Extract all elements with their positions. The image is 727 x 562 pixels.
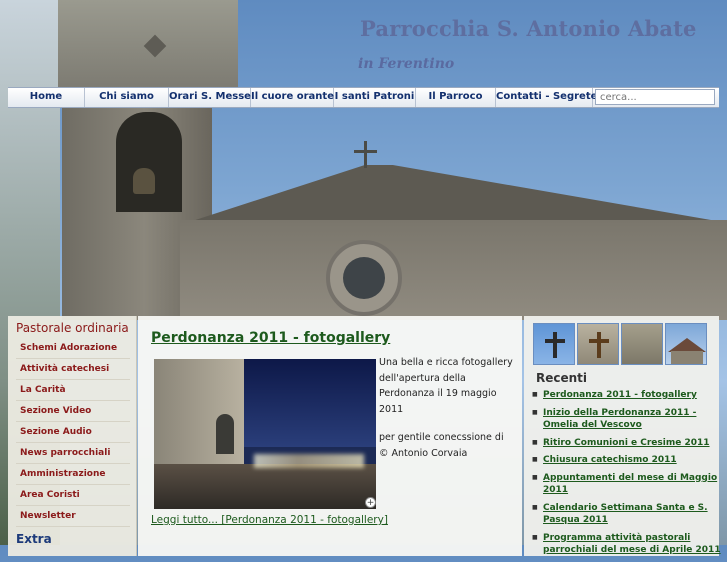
nav-chi-siamo[interactable]: Chi siamo — [85, 88, 169, 107]
sidebar-menu: Schemi Adorazione Attività catechesi La … — [8, 338, 136, 527]
recent-item[interactable]: Perdonanza 2011 - fotogallery — [532, 389, 727, 402]
search-input[interactable] — [595, 89, 715, 105]
sidebar-item-sezione-audio[interactable]: Sezione Audio — [16, 422, 130, 443]
article-credit: per gentile conecssione di © Antonio Cor… — [379, 432, 504, 459]
sidebar-item-amministrazione[interactable]: Amministrazione — [16, 464, 130, 485]
sidebar-item-news[interactable]: News parrocchiali — [16, 443, 130, 464]
recent-item[interactable]: Programma attività pastorali parrochiali… — [532, 532, 727, 557]
nav-orari-messe[interactable]: Orari S. Messe — [169, 88, 251, 107]
nav-home[interactable]: Home — [8, 88, 85, 107]
read-more-link[interactable]: Leggi tutto... [Perdonanza 2011 - fotoga… — [151, 514, 388, 526]
article-text: Una bella e ricca fotogallery dell'apert… — [379, 357, 513, 415]
site-subtitle: in Ferentino — [358, 56, 455, 72]
site-title: Parrocchia S. Antonio Abate — [360, 16, 697, 41]
church-roof — [180, 165, 727, 225]
nav-cuore-orante[interactable]: Il cuore orante — [251, 88, 334, 107]
nav-santi-patroni[interactable]: I santi Patroni — [334, 88, 416, 107]
recent-item[interactable]: Inizio della Perdonanza 2011 - Omelia de… — [532, 407, 727, 432]
article-summary: Una bella e ricca fotogallery dell'apert… — [379, 355, 515, 461]
church-roof-icon[interactable] — [665, 323, 707, 365]
sidebar-item-sezione-video[interactable]: Sezione Video — [16, 401, 130, 422]
sidebar: Pastorale ordinaria Schemi Adorazione At… — [8, 316, 137, 556]
recent-item[interactable]: Calendario Settimana Santa e S. Pasqua 2… — [532, 502, 727, 527]
nav-contatti[interactable]: Contatti - Segreteria — [496, 88, 612, 107]
cross-on-sky-icon[interactable] — [533, 323, 575, 365]
roof-cross-arm — [354, 150, 377, 153]
right-sidebar: Recenti Perdonanza 2011 - fotogallery In… — [524, 316, 721, 556]
photo-ground — [154, 464, 376, 509]
sidebar-item-area-coristi[interactable]: Area Coristi — [16, 485, 130, 506]
sidebar-item-newsletter[interactable]: Newsletter — [16, 506, 130, 527]
church-facade — [180, 220, 727, 320]
recent-heading: Recenti — [536, 371, 588, 385]
article-photo[interactable] — [154, 359, 376, 509]
sidebar-item-la-carita[interactable]: La Carità — [16, 380, 130, 401]
iron-cross-icon[interactable] — [577, 323, 619, 365]
recent-item[interactable]: Appuntamenti del mese di Maggio 2011 — [532, 472, 727, 497]
photo-night-sky — [239, 359, 376, 447]
nav-parroco[interactable]: Il Parroco — [416, 88, 496, 107]
bell-icon — [133, 168, 155, 194]
thumbnail-strip — [533, 323, 707, 365]
main-content: Perdonanza 2011 - fotogallery + Una bell… — [138, 316, 522, 556]
article-title-link[interactable]: Perdonanza 2011 - fotogallery — [151, 330, 390, 346]
sidebar-heading-extra: Extra — [16, 532, 52, 546]
photo-doorway — [216, 414, 234, 454]
recent-item[interactable]: Ritiro Comunioni e Cresime 2011 — [532, 437, 727, 450]
sidebar-item-attivita-catechesi[interactable]: Attività catechesi — [16, 359, 130, 380]
rose-window — [326, 240, 402, 316]
recent-item[interactable]: Chiusura catechismo 2011 — [532, 454, 727, 467]
roof-cross-icon — [364, 141, 367, 168]
stone-wall-icon[interactable] — [621, 323, 663, 365]
sidebar-heading: Pastorale ordinaria — [16, 321, 129, 335]
photo-lights — [254, 454, 364, 468]
zoom-in-icon[interactable]: + — [365, 497, 376, 508]
belfry-opening — [116, 112, 182, 212]
sidebar-item-schemi-adorazione[interactable]: Schemi Adorazione — [16, 338, 130, 359]
recent-list: Perdonanza 2011 - fotogallery Inizio del… — [529, 389, 727, 562]
